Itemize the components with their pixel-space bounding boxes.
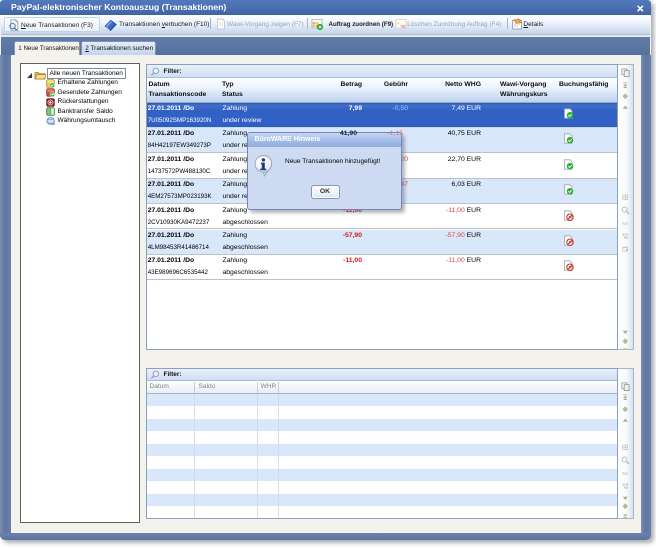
- svg-text:M4: M4: [622, 221, 628, 226]
- svg-text:M4: M4: [622, 471, 628, 476]
